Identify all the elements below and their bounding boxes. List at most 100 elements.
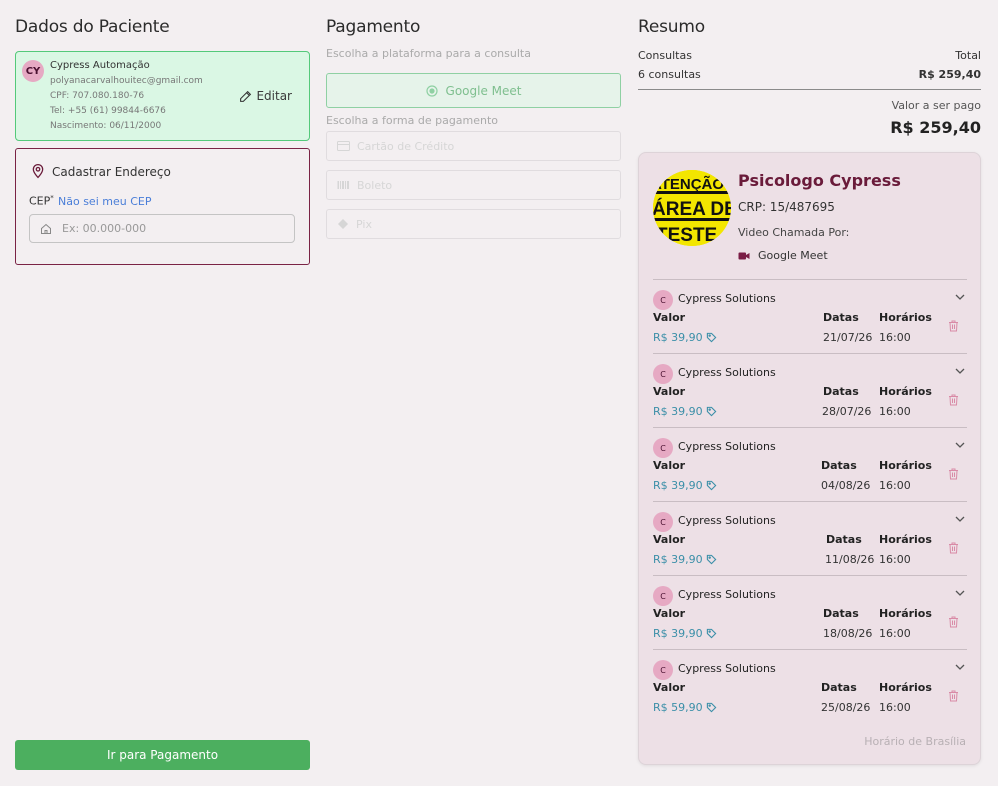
provider-avatar: C xyxy=(653,586,673,606)
doctor-card: ATENÇÃO ÁREA DE TESTE Psicologo Cypress … xyxy=(638,152,981,765)
pencil-icon xyxy=(240,90,252,102)
timezone-note: Horário de Brasília xyxy=(864,735,966,748)
required-mark: * xyxy=(50,194,54,202)
value-label: Valor xyxy=(653,533,686,546)
doctor-photo: ATENÇÃO ÁREA DE TESTE xyxy=(653,170,731,246)
trash-icon[interactable] xyxy=(948,468,959,480)
appointment-item[interactable]: C Cypress Solutions Valor Datas Horários… xyxy=(653,353,967,427)
chevron-down-icon[interactable] xyxy=(955,516,965,522)
total-value: R$ 259,40 xyxy=(918,68,981,81)
summary-column: Resumo Consultas Total 6 consultas R$ 25… xyxy=(638,0,981,765)
appointment-item[interactable]: C Cypress Solutions Valor Datas Horários… xyxy=(653,649,967,723)
pix-option[interactable]: Pix xyxy=(326,209,621,239)
price-value: R$ 39,90 xyxy=(653,479,717,492)
photo-text-3: TESTE xyxy=(656,225,717,246)
time-value: 16:00 xyxy=(879,627,911,640)
time-value: 16:00 xyxy=(879,553,911,566)
doctor-name: Psicologo Cypress xyxy=(738,171,901,190)
home-icon xyxy=(41,223,51,234)
trash-icon[interactable] xyxy=(948,542,959,554)
price-value: R$ 39,90 xyxy=(653,331,717,344)
credit-card-option[interactable]: Cartão de Crédito xyxy=(326,131,621,161)
patient-phone: Tel: +55 (61) 99844-6676 xyxy=(50,106,166,116)
trash-icon[interactable] xyxy=(948,394,959,406)
provider-avatar: C xyxy=(653,290,673,310)
barcode-icon xyxy=(337,181,349,189)
map-pin-icon xyxy=(32,164,44,179)
to-pay-label: Valor a ser pago xyxy=(891,99,981,112)
date-value: 28/07/26 xyxy=(822,405,872,418)
call-platform: Google Meet xyxy=(738,249,828,262)
summary-values-row: 6 consultas R$ 259,40 xyxy=(638,68,981,81)
times-label: Horários xyxy=(879,459,932,472)
google-meet-option[interactable]: Google Meet xyxy=(326,73,621,108)
dates-label: Datas xyxy=(823,607,859,620)
provider-name: Cypress Solutions xyxy=(678,440,776,453)
value-label: Valor xyxy=(653,459,686,472)
google-meet-label: Google Meet xyxy=(445,83,522,98)
summary-header-row: Consultas Total xyxy=(638,49,981,62)
consultas-count: 6 consultas xyxy=(638,68,701,81)
radio-selected-icon xyxy=(425,84,438,97)
provider-avatar: C xyxy=(653,364,673,384)
times-label: Horários xyxy=(879,533,932,546)
dates-label: Datas xyxy=(826,533,862,546)
address-title: Cadastrar Endereço xyxy=(52,165,171,179)
date-value: 11/08/26 xyxy=(825,553,875,566)
go-to-payment-button[interactable]: Ir para Pagamento xyxy=(15,740,310,770)
trash-icon[interactable] xyxy=(948,616,959,628)
time-value: 16:00 xyxy=(879,479,911,492)
photo-text-2: ÁREA DE xyxy=(653,198,731,220)
credit-card-label: Cartão de Crédito xyxy=(357,139,455,153)
appointment-item[interactable]: C Cypress Solutions Valor Datas Horários… xyxy=(653,575,967,649)
divider xyxy=(638,89,981,90)
price-value: R$ 39,90 xyxy=(653,553,717,566)
patient-avatar: CY xyxy=(22,60,44,82)
cep-label: CEP* xyxy=(29,194,54,208)
cep-input[interactable]: Ex: 00.000-000 xyxy=(29,214,295,243)
provider-avatar: C xyxy=(653,660,673,680)
provider-avatar: C xyxy=(653,512,673,532)
date-value: 18/08/26 xyxy=(823,627,873,640)
price-tag-icon xyxy=(706,628,717,639)
appointment-item[interactable]: C Cypress Solutions Valor Datas Horários… xyxy=(653,501,967,575)
chevron-down-icon[interactable] xyxy=(955,590,965,596)
method-hint: Escolha a forma de pagamento xyxy=(326,114,499,127)
value-label: Valor xyxy=(653,311,686,324)
address-card: Cadastrar Endereço CEP* Não sei meu CEP … xyxy=(15,148,310,265)
credit-card-icon xyxy=(337,141,350,151)
pix-label: Pix xyxy=(356,217,372,231)
unknown-cep-link[interactable]: Não sei meu CEP xyxy=(58,195,151,208)
patient-card[interactable]: CY Cypress Automação polyanacarvalhouite… xyxy=(15,51,310,141)
times-label: Horários xyxy=(879,311,932,324)
pix-icon xyxy=(338,219,348,229)
edit-patient-button[interactable]: Editar xyxy=(239,89,292,103)
date-value: 25/08/26 xyxy=(821,701,871,714)
trash-icon[interactable] xyxy=(948,690,959,702)
value-label: Valor xyxy=(653,607,686,620)
summary-section-title: Resumo xyxy=(638,17,705,37)
doctor-crp: CRP: 15/487695 xyxy=(738,200,835,214)
value-label: Valor xyxy=(653,681,686,694)
patient-section-title: Dados do Paciente xyxy=(15,17,170,37)
boleto-option[interactable]: Boleto xyxy=(326,170,621,200)
appointment-item[interactable]: C Cypress Solutions Valor Datas Horários… xyxy=(653,427,967,501)
price-tag-icon xyxy=(706,702,717,713)
patient-birth: Nascimento: 06/11/2000 xyxy=(50,121,162,131)
price-value: R$ 59,90 xyxy=(653,701,717,714)
time-value: 16:00 xyxy=(879,701,911,714)
payment-column: Pagamento Escolha a plataforma para a co… xyxy=(326,0,621,239)
chevron-down-icon[interactable] xyxy=(955,442,965,448)
price-value: R$ 39,90 xyxy=(653,405,717,418)
provider-name: Cypress Solutions xyxy=(678,514,776,527)
chevron-down-icon[interactable] xyxy=(955,664,965,670)
chevron-down-icon[interactable] xyxy=(955,294,965,300)
date-value: 21/07/26 xyxy=(823,331,873,344)
dates-label: Datas xyxy=(823,385,859,398)
price-tag-icon xyxy=(706,480,717,491)
photo-text-1: ATENÇÃO xyxy=(653,175,724,193)
chevron-down-icon[interactable] xyxy=(955,368,965,374)
provider-name: Cypress Solutions xyxy=(678,588,776,601)
trash-icon[interactable] xyxy=(948,320,959,332)
appointment-item[interactable]: C Cypress Solutions Valor Datas Horários… xyxy=(653,279,967,353)
